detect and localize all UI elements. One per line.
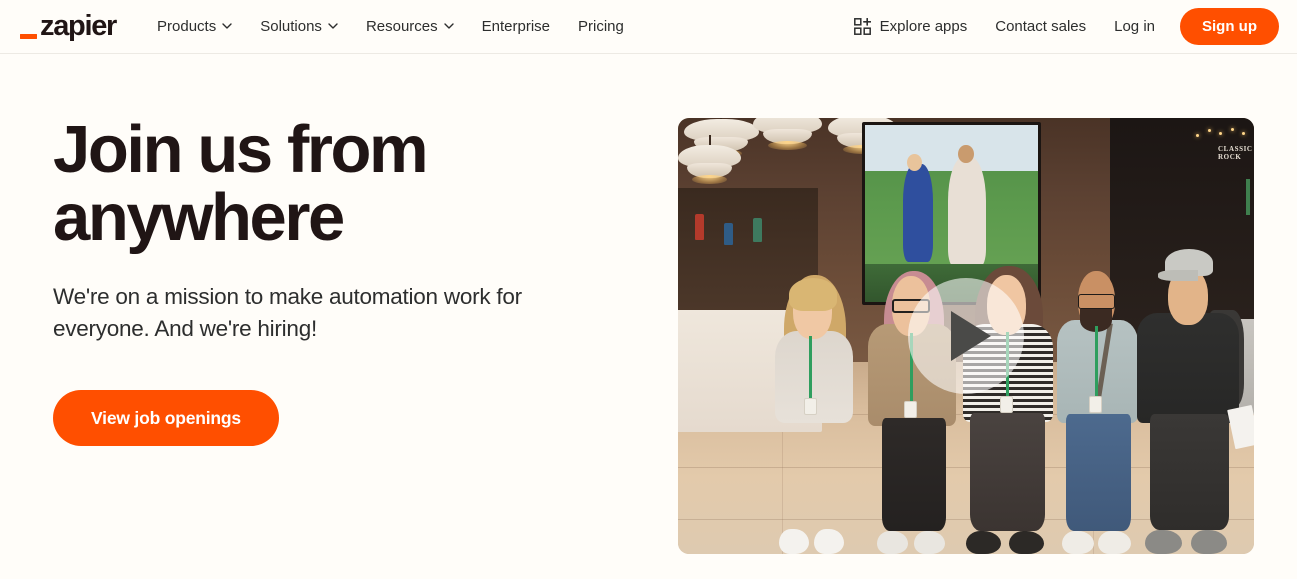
hero-subtitle: We're on a mission to make automation wo… [53, 283, 522, 341]
log-in-label: Log in [1114, 18, 1155, 35]
play-triangle-icon [951, 311, 991, 361]
page-root: zapier Products Solutions Resources Ente… [0, 0, 1297, 579]
nav-item-resources-label: Resources [365, 18, 438, 35]
storefront-sign: CLASSIC ROCK [1218, 145, 1253, 162]
primary-nav: Products Solutions Resources Enterprise … [143, 11, 638, 42]
page-title: Join us from anywhere [53, 112, 429, 256]
navbar-right-group: Explore apps Contact sales Log in Sign u… [840, 7, 1279, 46]
decor-bottle [695, 213, 705, 240]
nav-item-enterprise[interactable]: Enterprise [468, 11, 564, 42]
log-in-link[interactable]: Log in [1100, 11, 1169, 42]
chevron-down-icon [222, 21, 232, 31]
pendant-lamp-icon [752, 118, 822, 170]
explore-apps-label: Explore apps [879, 18, 968, 35]
contact-sales-label: Contact sales [995, 18, 1087, 35]
zapier-logo[interactable]: zapier [20, 10, 117, 42]
nav-item-solutions-label: Solutions [260, 18, 322, 35]
grid-plus-icon [853, 18, 871, 35]
decor-bottle [752, 218, 762, 243]
nav-item-products-label: Products [157, 18, 217, 35]
person-5 [1127, 248, 1254, 554]
nav-item-enterprise-label: Enterprise [481, 18, 551, 35]
nav-item-resources[interactable]: Resources [352, 11, 468, 42]
hero-video-thumbnail[interactable]: CLASSIC ROCK [678, 118, 1254, 554]
nav-item-pricing-label: Pricing [578, 18, 624, 35]
explore-apps-link[interactable]: Explore apps [840, 10, 982, 43]
play-video-button[interactable] [908, 278, 1024, 394]
chevron-down-icon [328, 21, 338, 31]
logo-wordmark: zapier [40, 10, 117, 42]
sign-up-button[interactable]: Sign up [1180, 7, 1279, 46]
view-job-openings-button[interactable]: View job openings [53, 389, 279, 446]
chevron-down-icon [443, 21, 454, 31]
main-navbar: zapier Products Solutions Resources Ente… [0, 0, 1297, 54]
nav-item-products[interactable]: Products [143, 11, 246, 42]
navbar-left-group: zapier Products Solutions Resources Ente… [20, 11, 638, 42]
decor-bottle [724, 222, 734, 245]
nav-item-solutions[interactable]: Solutions [246, 11, 352, 42]
hero-section: Join us from anywhere We're on a mission… [0, 54, 1297, 579]
nav-item-pricing[interactable]: Pricing [564, 11, 638, 42]
hero-copy-block: Join us from anywhere We're on a mission… [53, 112, 623, 446]
contact-sales-link[interactable]: Contact sales [981, 11, 1100, 42]
